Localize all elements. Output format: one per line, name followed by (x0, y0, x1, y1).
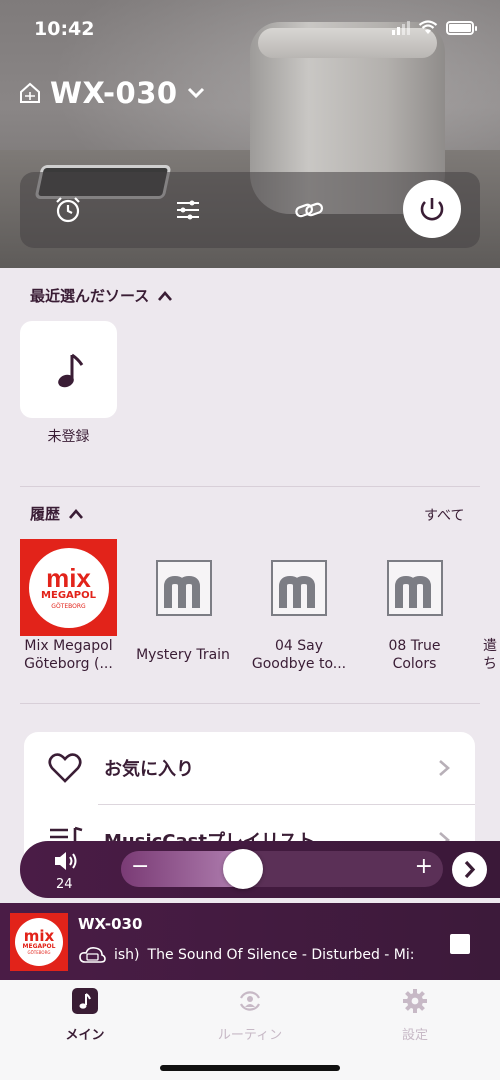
link-icon[interactable] (293, 194, 325, 226)
gear-icon (403, 989, 427, 1013)
mix-megapol-logo: mix MEGAPOL GÖTEBORG (20, 539, 117, 636)
wifi-icon (418, 20, 438, 34)
home-icon (20, 82, 40, 103)
history-item-label: 08 True Colors (388, 638, 441, 672)
chevron-up-icon (158, 290, 173, 301)
more-devices-button[interactable] (452, 852, 487, 887)
history-item-label: 04 Say Goodbye to... (251, 638, 347, 672)
volume-down-button[interactable]: − (131, 854, 149, 879)
history-item-thumb[interactable] (250, 539, 347, 636)
device-control-bar (20, 172, 480, 248)
now-playing-track: The Sound Of Silence - Disturbed - Mi: (147, 947, 415, 963)
now-playing-device: WX-030 (78, 915, 143, 933)
now-playing-artwork: mix MEGAPOL GÖTEBORG (10, 913, 68, 971)
recent-source-tile[interactable] (20, 321, 117, 418)
history-item-label: 遣ち (483, 638, 497, 672)
home-indicator (160, 1065, 340, 1071)
music-note-icon (72, 988, 98, 1014)
divider (20, 486, 480, 487)
history-item-thumb[interactable]: mix MEGAPOL GÖTEBORG (20, 539, 117, 636)
chevron-right-icon (464, 860, 476, 879)
tab-settings[interactable]: 設定 (355, 988, 475, 1043)
placeholder-album-icon (155, 559, 212, 616)
volume-slider[interactable]: − + (121, 851, 443, 887)
equalizer-icon[interactable] (172, 194, 204, 226)
placeholder-album-icon (386, 559, 443, 616)
volume-slider-knob[interactable] (223, 849, 263, 889)
device-name: WX-030 (50, 76, 178, 110)
volume-up-button[interactable]: + (415, 854, 433, 879)
history-header[interactable]: 履歴 (30, 503, 84, 524)
recent-source-label: 未登録 (47, 429, 90, 445)
power-button[interactable] (403, 180, 461, 238)
chevron-down-icon (187, 87, 204, 99)
now-playing-info: ish) The Sound Of Silence - Disturbed - … (78, 943, 423, 967)
chevron-up-icon (69, 508, 84, 519)
menu-item-label: お気に入り (104, 759, 194, 780)
menu-item-favorites[interactable]: お気に入り (24, 732, 475, 804)
alarm-icon[interactable] (52, 194, 84, 226)
tab-routine[interactable]: ルーティン (190, 988, 310, 1043)
status-time: 10:42 (34, 18, 95, 40)
routine-icon (240, 991, 260, 1011)
power-icon (420, 198, 444, 221)
cellular-signal-icon (392, 20, 410, 35)
recent-sources-title: 最近選んだソース (30, 287, 150, 305)
heart-icon (48, 753, 82, 783)
stop-button[interactable] (450, 934, 470, 954)
device-selector[interactable]: WX-030 (18, 76, 206, 110)
volume-bar: 24 − + (20, 841, 500, 898)
history-see-all-link[interactable]: すべて (424, 505, 464, 525)
history-item-thumb[interactable] (135, 539, 232, 636)
divider (20, 703, 480, 704)
recent-sources-header[interactable]: 最近選んだソース (30, 285, 173, 306)
history-item-label: Mix Megapol Göteborg (... (24, 638, 113, 672)
history-item-label: Mystery Train (136, 647, 230, 663)
history-item-thumb[interactable] (366, 539, 463, 636)
history-title: 履歴 (30, 505, 61, 523)
tab-main[interactable]: メイン (25, 988, 145, 1043)
chevron-right-icon (439, 760, 450, 776)
volume-value: 24 (56, 877, 73, 892)
music-note-icon (58, 353, 84, 388)
battery-icon (446, 20, 477, 35)
speaker-volume-icon[interactable] (52, 849, 80, 873)
placeholder-album-icon (270, 559, 327, 616)
cloud-radio-icon (79, 947, 106, 963)
status-bar: 10:42 (0, 0, 500, 56)
now-playing-bar[interactable]: mix MEGAPOL GÖTEBORG WX-030 ish) The Sou… (0, 903, 500, 980)
